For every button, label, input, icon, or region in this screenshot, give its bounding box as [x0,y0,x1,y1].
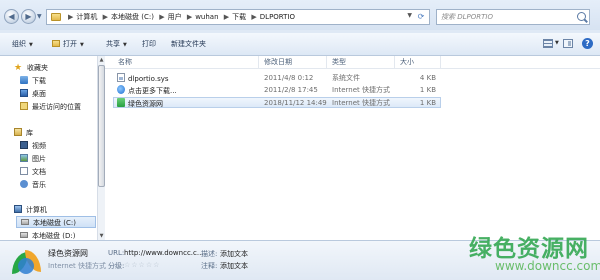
table-row[interactable]: dlportio.sys 2011/4/8 0:12 系统文件 4 KB [113,73,441,84]
file-name: dlportio.sys [128,75,169,83]
search-input[interactable]: 搜索 DLPORTIO [441,10,493,24]
rating-stars[interactable]: ☆☆☆☆☆ [124,261,160,269]
file-name: 绿色资源网 [128,100,163,108]
music-icon [20,180,28,188]
details-rating-label: 分级: [108,262,125,270]
column-type[interactable]: 类型 [327,56,395,68]
file-type: Internet 快捷方式 [332,86,391,94]
file-name: 点击更多下载... [128,87,177,95]
nav-downloads[interactable]: 下载 [20,75,46,87]
table-row-selected[interactable]: 绿色资源网 2018/11/12 14:49 Internet 快捷方式 1 K… [113,97,441,108]
desktop-icon [20,89,28,97]
details-tag-value[interactable]: 添加文本 [220,261,248,271]
column-headers: 名称 修改日期 类型 大小 [105,56,600,69]
details-tag-label: 注释: [201,262,218,270]
back-button[interactable]: ◀ [4,9,19,24]
details-url-label: URL: [108,249,125,257]
file-modified: 2011/4/8 0:12 [264,74,314,82]
details-file-name: 绿色资源网 [48,249,88,258]
breadcrumb-users[interactable]: 用户 [168,13,182,21]
downloads-icon [20,76,28,84]
print-button[interactable]: 打印 [142,33,156,55]
folder-icon [51,13,61,21]
nav-videos[interactable]: 视频 [20,140,46,152]
file-size: 4 KB [419,74,436,82]
nav-computer[interactable]: 计算机 [14,204,47,216]
help-icon[interactable]: ? [582,38,593,49]
breadcrumb-dlportio[interactable]: DLPORTIO [260,13,295,21]
video-icon [20,141,28,149]
organize-button[interactable]: 组织 ▼ [12,33,33,55]
search-box[interactable]: 搜索 DLPORTIO [436,9,590,25]
table-row[interactable]: 点击更多下载... 2011/2/8 17:45 Internet 快捷方式 1… [113,85,441,96]
open-button[interactable]: 打开 ▼ [52,33,84,55]
chevron-down-icon: ▼ [80,42,84,48]
breadcrumb-downloads[interactable]: 下载 [232,13,246,21]
pictures-icon [20,154,28,162]
chevron-down-icon: ▼ [29,42,33,48]
nav-recent[interactable]: 最近访问的位置 [20,101,81,113]
search-icon [577,12,586,21]
breadcrumb-wuhan[interactable]: wuhan [195,13,218,21]
share-button[interactable]: 共享 ▼ [106,33,127,55]
file-list: 名称 修改日期 类型 大小 dlportio.sys 2011/4/8 0:12… [105,56,600,240]
shortcut-large-icon [12,246,42,276]
nav-music[interactable]: 音乐 [20,179,46,191]
nav-libraries[interactable]: 库 [14,127,33,139]
system-file-icon [117,73,125,82]
file-type: Internet 快捷方式 [332,99,391,107]
drive-icon [20,232,28,238]
file-type: 系统文件 [332,74,360,82]
navigation-pane: ★ 收藏夹 下载 桌面 最近访问的位置 库 视频 图片 文档 音乐 计算机 本地磁… [0,56,97,240]
file-modified: 2011/2/8 17:45 [264,86,318,94]
watermark-logo-text: 绿色资源网 [469,236,589,262]
file-size: 1 KB [419,99,436,107]
nav-pictures[interactable]: 图片 [20,153,46,165]
column-size[interactable]: 大小 [395,56,441,68]
address-dropdown-icon[interactable]: ▼ [407,12,412,19]
scrollbar-thumb[interactable] [98,65,105,187]
nav-documents[interactable]: 文档 [20,166,46,178]
computer-icon [14,205,22,213]
file-modified: 2018/11/12 14:49 [264,99,327,107]
history-dropdown-icon[interactable]: ▼ [37,13,42,20]
preview-pane-icon[interactable] [563,39,573,48]
breadcrumb-computer[interactable]: 计算机 [76,13,97,21]
watermark-url: www.downcc.com [495,259,600,273]
address-bar[interactable]: ▶ 计算机 ▶ 本地磁盘 (C:) ▶ 用户 ▶ wuhan ▶ 下载 ▶ DLPORTIO… [46,9,430,25]
details-url-value[interactable]: http://www.downcc.c... [124,249,204,257]
nav-desktop[interactable]: 桌面 [20,88,46,100]
scroll-up-icon[interactable]: ▲ [98,56,105,64]
forward-button[interactable]: ▶ [21,9,36,24]
change-view-icon[interactable] [543,39,553,48]
explorer-window: – □ ✕ ◀ ▶ ▼ ▶计算机 ▶本地磁盘 (C:) ▶用户 ▶wuhan ▶… [0,0,600,280]
green-shortcut-icon [117,98,125,107]
scroll-down-icon[interactable]: ▼ [98,232,105,240]
view-dropdown-icon[interactable]: ▼ [555,40,559,46]
file-size: 1 KB [419,86,436,94]
column-modified[interactable]: 修改日期 [259,56,327,68]
command-bar: 组织 ▼ 打开 ▼ 共享 ▼ 打印 新建文件夹 ▼ ? [0,33,600,56]
details-desc-value[interactable]: 添加文本 [220,249,248,259]
documents-icon [20,167,28,175]
refresh-icon[interactable]: ⟳ [415,11,427,23]
recent-places-icon [20,102,28,110]
internet-shortcut-icon [117,85,125,94]
nav-favorites[interactable]: ★ 收藏夹 [14,62,48,74]
star-icon: ★ [14,63,23,73]
open-icon [52,40,60,47]
breadcrumb: ▶ 计算机 ▶ 本地磁盘 (C:) ▶ 用户 ▶ wuhan ▶ 下载 ▶ DLPORTIO [68,13,296,21]
new-folder-button[interactable]: 新建文件夹 [171,33,206,55]
nav-scrollbar[interactable]: ▲ ▼ [97,56,105,240]
library-icon [14,128,22,136]
drive-icon [21,219,29,225]
details-desc-label: 描述: [201,250,218,258]
details-file-type: Internet 快捷方式 [48,262,107,270]
breadcrumb-drive-c[interactable]: 本地磁盘 (C:) [111,13,154,21]
nav-drive-c[interactable]: 本地磁盘 (C:) [16,216,96,228]
column-name[interactable]: 名称 [113,56,259,68]
chevron-down-icon: ▼ [123,42,127,48]
address-row: ◀ ▶ ▼ ▶ 计算机 ▶ 本地磁盘 (C:) ▶ 用户 ▶ wuhan ▶ 下载 ▶ DL… [0,0,600,30]
